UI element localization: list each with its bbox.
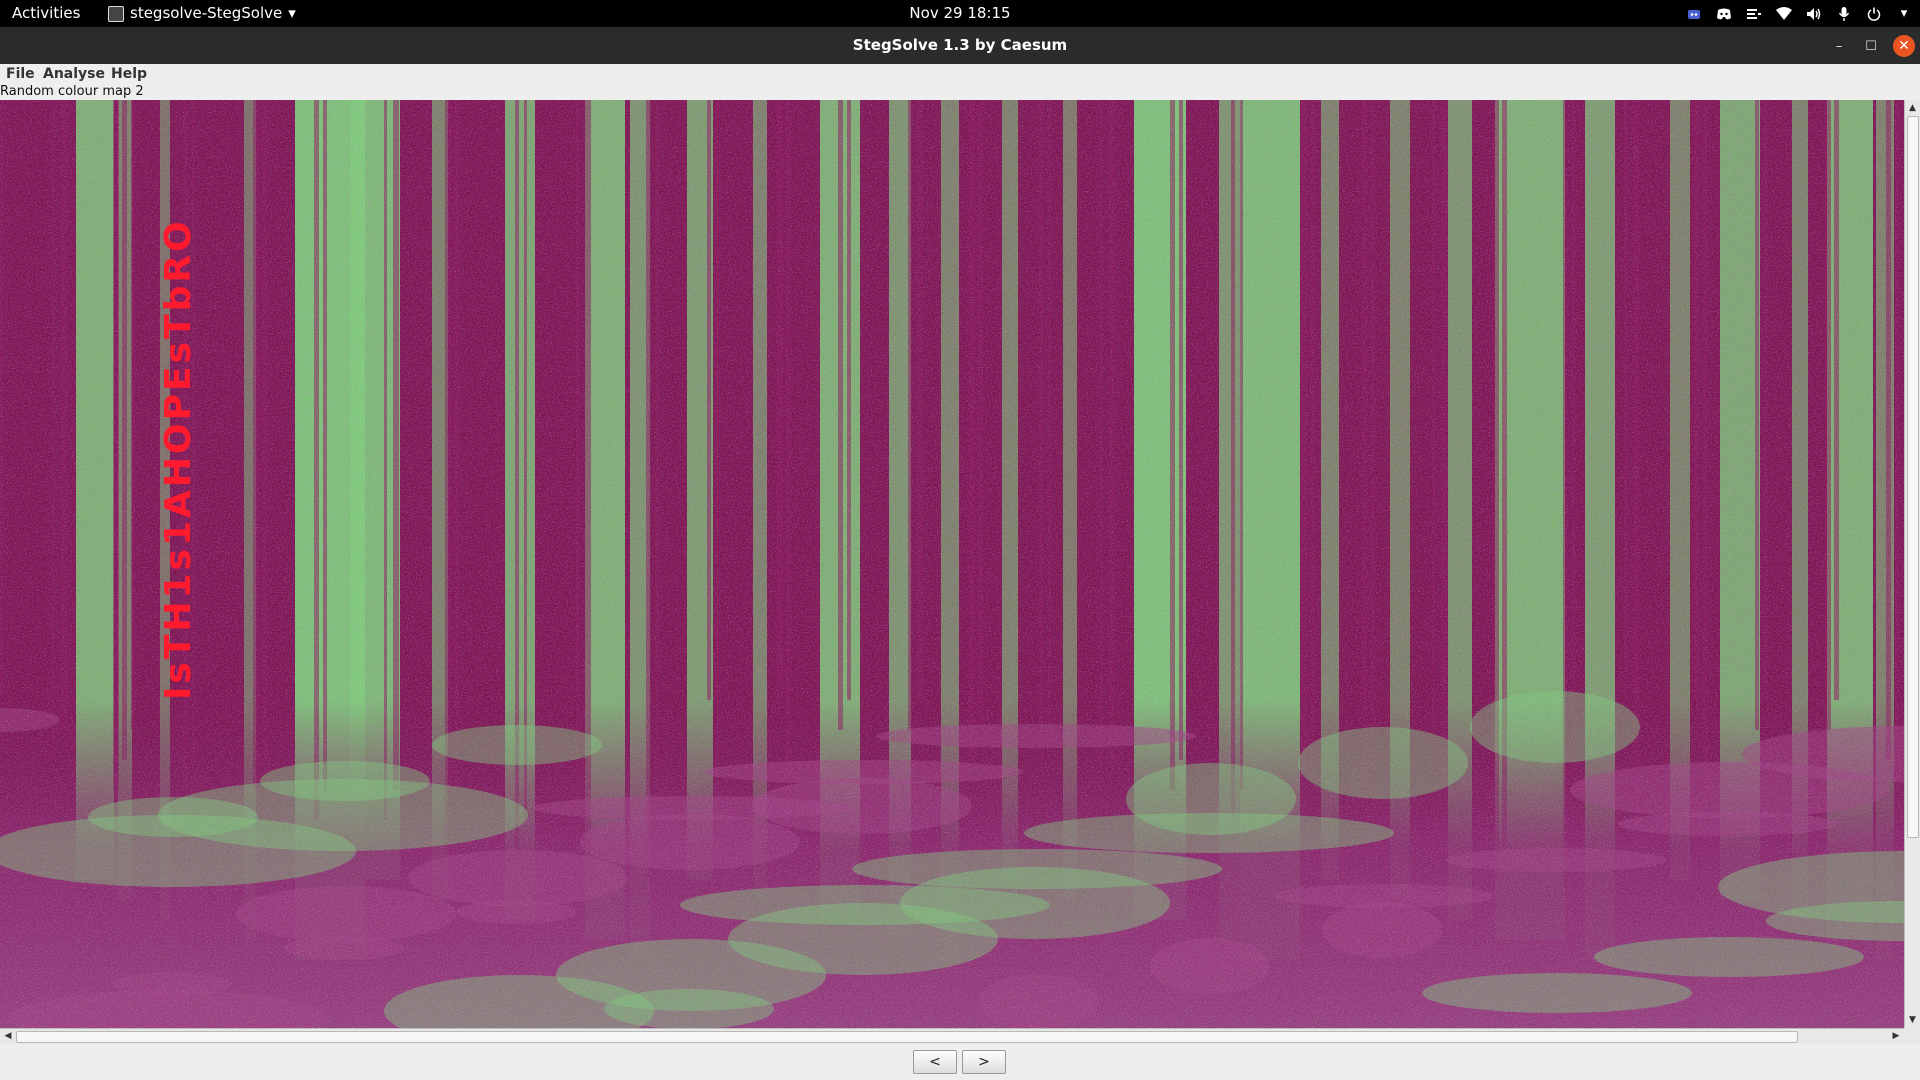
chevron-down-icon: ▾	[288, 4, 296, 22]
clock[interactable]: Nov 29 18:15	[909, 4, 1010, 22]
app-menu[interactable]: stegsolve-StegSolve ▾	[108, 0, 296, 27]
horizontal-scrollbar[interactable]: ◀ ▶	[0, 1028, 1904, 1044]
hidden-message: IsTH1s1AHOPEsTbRO	[158, 218, 199, 700]
menu-bar: File Analyse Help	[0, 64, 1920, 84]
wifi-icon[interactable]	[1776, 6, 1792, 22]
microphone-icon[interactable]	[1836, 6, 1852, 22]
menu-file[interactable]: File	[6, 64, 35, 84]
menu-icon[interactable]	[1746, 6, 1762, 22]
window-title: StegSolve 1.3 by Caesum	[852, 36, 1068, 54]
discord-icon[interactable]	[1716, 6, 1732, 22]
activities-button[interactable]: Activities	[12, 0, 80, 27]
navigation-bar: < >	[0, 1044, 1920, 1080]
power-icon[interactable]	[1866, 6, 1882, 22]
scroll-up-icon[interactable]: ▲	[1905, 100, 1920, 116]
vertical-scrollbar[interactable]: ▲ ▼	[1904, 100, 1920, 1028]
next-plane-button[interactable]: >	[962, 1050, 1006, 1074]
menu-help[interactable]: Help	[111, 64, 147, 84]
window-titlebar[interactable]: StegSolve 1.3 by Caesum – ☐ ✕	[0, 27, 1920, 64]
app-icon	[108, 5, 124, 22]
scroll-down-icon[interactable]: ▼	[1905, 1012, 1920, 1028]
system-tray[interactable]: ▾	[1686, 0, 1912, 27]
scroll-corner	[1904, 1028, 1920, 1044]
system-top-bar: Activities stegsolve-StegSolve ▾ Nov 29 …	[0, 0, 1920, 27]
image-viewport[interactable]: IsTH1s1AHOPEsTbRO	[0, 100, 1904, 1028]
close-icon[interactable]: ✕	[1893, 35, 1915, 57]
minimize-icon[interactable]: –	[1828, 35, 1850, 57]
maximize-icon[interactable]: ☐	[1860, 35, 1882, 57]
scroll-right-icon[interactable]: ▶	[1888, 1029, 1904, 1045]
menu-analyse[interactable]: Analyse	[43, 64, 105, 84]
view-mode-label: Random colour map 2	[0, 84, 144, 99]
chevron-down-icon[interactable]: ▾	[1896, 6, 1912, 22]
vertical-scroll-thumb[interactable]	[1907, 116, 1919, 838]
previous-plane-button[interactable]: <	[913, 1050, 957, 1074]
horizontal-scroll-thumb[interactable]	[16, 1031, 1798, 1043]
volume-icon[interactable]	[1806, 6, 1822, 22]
stego-image: IsTH1s1AHOPEsTbRO	[0, 100, 1904, 1028]
app-menu-label: stegsolve-StegSolve	[130, 4, 283, 22]
app-indicator-icon[interactable]	[1686, 6, 1702, 22]
scroll-left-icon[interactable]: ◀	[0, 1029, 16, 1045]
